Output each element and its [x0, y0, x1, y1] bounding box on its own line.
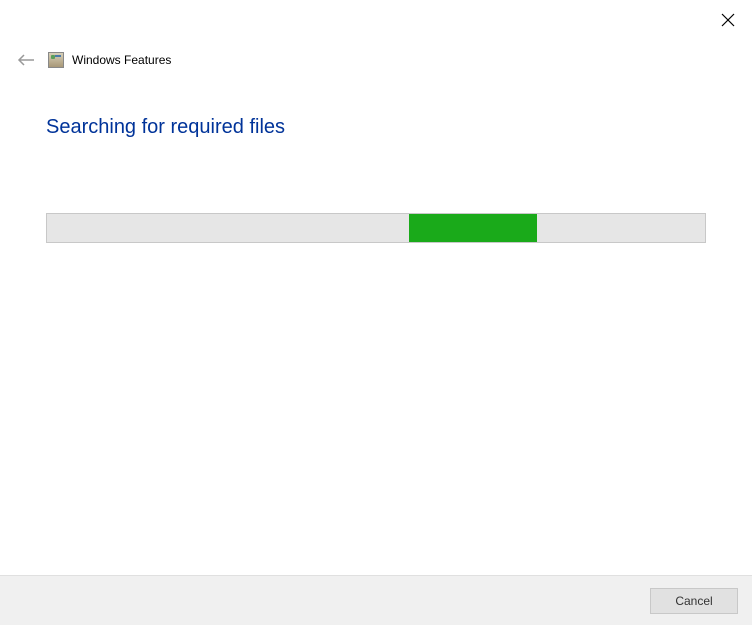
titlebar [0, 0, 752, 40]
page-heading: Searching for required files [46, 116, 706, 139]
progress-bar [46, 213, 706, 243]
progress-container [46, 213, 706, 243]
footer: Cancel [0, 575, 752, 625]
close-button[interactable] [718, 10, 738, 30]
back-button[interactable] [14, 48, 38, 72]
progress-indicator [409, 214, 537, 242]
window-title: Windows Features [72, 53, 171, 67]
cancel-button[interactable]: Cancel [650, 588, 738, 614]
back-arrow-icon [17, 53, 35, 67]
app-icon [48, 52, 64, 68]
close-icon [721, 13, 735, 27]
content-area: Searching for required files [0, 72, 752, 243]
header-row: Windows Features [0, 48, 752, 72]
